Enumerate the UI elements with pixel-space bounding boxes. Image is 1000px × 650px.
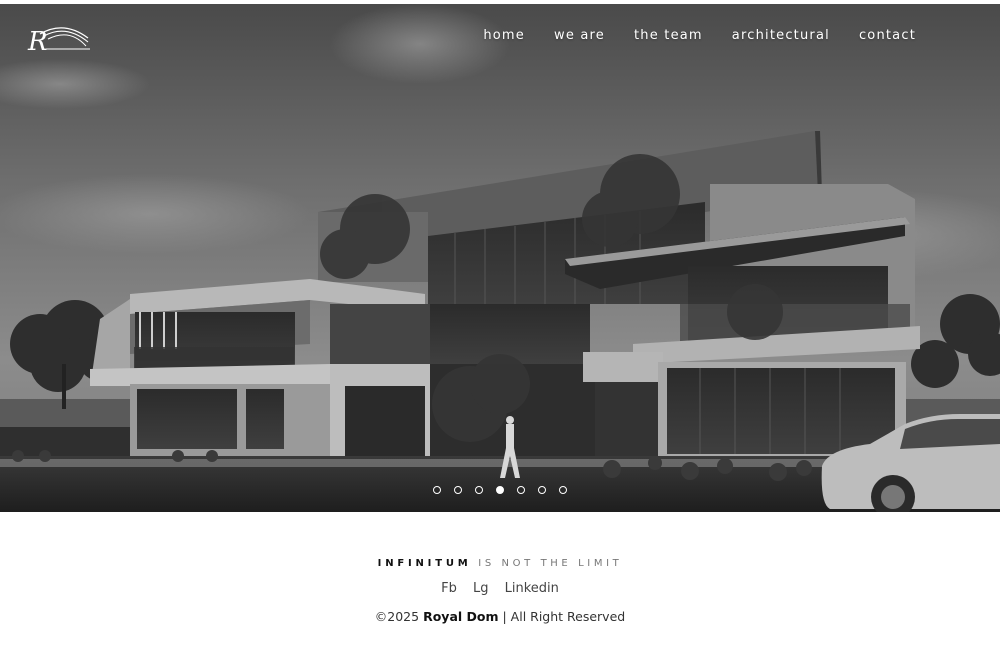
royal-dom-logo-icon: R bbox=[27, 27, 90, 57]
slide-dot[interactable] bbox=[475, 486, 483, 494]
nav-architectural[interactable]: architectural bbox=[732, 28, 830, 43]
social-links: Fb Lg Linkedin bbox=[0, 581, 1000, 596]
social-link-fb[interactable]: Fb bbox=[441, 581, 457, 596]
nav-we-are[interactable]: we are bbox=[554, 28, 605, 43]
slide-dot[interactable] bbox=[538, 486, 546, 494]
social-link-lg[interactable]: Lg bbox=[473, 581, 489, 596]
slide-dot-active[interactable] bbox=[496, 486, 504, 494]
copyright-rights: | All Right Reserved bbox=[502, 609, 626, 624]
copyright-brand: Royal Dom bbox=[423, 609, 499, 624]
page: R home we are the team architectural con… bbox=[0, 0, 1000, 650]
tagline-brand: INFINITUM bbox=[377, 558, 472, 569]
nav-contact[interactable]: contact bbox=[859, 28, 916, 43]
nav-home[interactable]: home bbox=[483, 28, 525, 43]
slide-dot[interactable] bbox=[433, 486, 441, 494]
tagline: INFINITUM IS NOT THE LIMIT bbox=[0, 558, 1000, 569]
hero-image bbox=[0, 4, 1000, 512]
tagline-text: IS NOT THE LIMIT bbox=[478, 558, 623, 569]
slide-dot[interactable] bbox=[454, 486, 462, 494]
hero-slider: R home we are the team architectural con… bbox=[0, 4, 1000, 512]
logo[interactable]: R bbox=[26, 22, 92, 58]
footer: INFINITUM IS NOT THE LIMIT Fb Lg Linkedi… bbox=[0, 512, 1000, 650]
slider-pagination bbox=[0, 486, 1000, 494]
copyright-year: ©2025 bbox=[374, 609, 420, 624]
nav-the-team[interactable]: the team bbox=[634, 28, 703, 43]
slide-dot[interactable] bbox=[559, 486, 567, 494]
copyright: ©2025 Royal Dom | All Right Reserved bbox=[0, 609, 1000, 624]
social-link-linkedin[interactable]: Linkedin bbox=[505, 581, 559, 596]
main-nav: home we are the team architectural conta… bbox=[454, 28, 916, 43]
slide-dot[interactable] bbox=[517, 486, 525, 494]
